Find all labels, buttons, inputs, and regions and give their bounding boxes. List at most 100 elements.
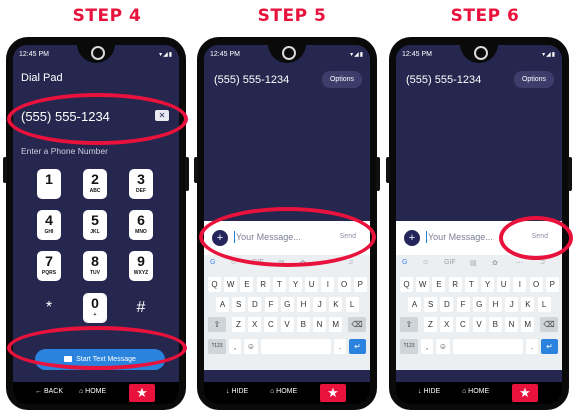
more-icon[interactable]: ⋯ — [516, 259, 523, 267]
key-l[interactable]: L — [537, 297, 551, 312]
key-d[interactable]: D — [248, 297, 262, 312]
key-h[interactable]: H — [297, 297, 310, 312]
star-icon[interactable]: ★ — [320, 384, 346, 402]
key-w[interactable]: W — [416, 277, 430, 292]
key-g[interactable]: G — [280, 297, 294, 312]
symbols-key[interactable]: ?123 — [208, 339, 226, 354]
key-q[interactable]: Q — [208, 277, 221, 292]
mic-icon[interactable]: ♫ — [348, 259, 353, 266]
key-a[interactable]: A — [216, 297, 229, 312]
key-t[interactable]: T — [464, 277, 478, 292]
key-p[interactable]: P — [353, 277, 367, 292]
key-z[interactable]: Z — [232, 317, 245, 332]
key-h[interactable]: H — [489, 297, 502, 312]
key-5[interactable]: 5 JKL — [83, 210, 107, 240]
key-d[interactable]: D — [440, 297, 454, 312]
google-icon[interactable]: G — [210, 259, 215, 266]
message-input[interactable]: Your Message... — [428, 232, 493, 242]
key-n[interactable]: N — [313, 317, 326, 332]
key-e[interactable]: E — [432, 277, 446, 292]
nav-home-button[interactable]: ⌂ HOME — [79, 388, 106, 395]
key-i[interactable]: I — [321, 277, 335, 292]
key-k[interactable]: K — [329, 297, 343, 312]
nav-back-button[interactable]: ← BACK — [35, 388, 63, 395]
key-w[interactable]: W — [224, 277, 238, 292]
key-f[interactable]: F — [264, 297, 278, 312]
mic-icon[interactable]: ♫ — [540, 259, 545, 266]
key-a[interactable]: A — [408, 297, 421, 312]
key-f[interactable]: F — [456, 297, 470, 312]
key-2[interactable]: 2 ABC — [83, 169, 107, 199]
key-l[interactable]: L — [345, 297, 359, 312]
key-8[interactable]: 8 TUV — [83, 251, 107, 281]
add-attachment-icon[interactable]: + — [404, 230, 420, 246]
key-y[interactable]: Y — [289, 277, 302, 292]
clipboard-icon[interactable]: ▤ — [470, 259, 477, 267]
settings-icon[interactable]: ✿ — [492, 259, 498, 267]
key-3[interactable]: 3 DEF — [129, 169, 153, 199]
key-i[interactable]: I — [513, 277, 527, 292]
google-icon[interactable]: G — [402, 259, 407, 266]
key-r[interactable]: R — [448, 277, 462, 292]
key-z[interactable]: Z — [424, 317, 437, 332]
key-c[interactable]: C — [456, 317, 470, 332]
key-c[interactable]: C — [264, 317, 278, 332]
enter-key[interactable]: ↵ — [541, 339, 558, 354]
key-j[interactable]: J — [505, 297, 519, 312]
key-k[interactable]: K — [521, 297, 535, 312]
symbols-key[interactable]: ?123 — [400, 339, 418, 354]
key-x[interactable]: X — [440, 317, 454, 332]
key-m[interactable]: M — [329, 317, 343, 332]
enter-key[interactable]: ↵ — [349, 339, 366, 354]
period-key[interactable]: . — [526, 339, 538, 354]
key-m[interactable]: M — [521, 317, 535, 332]
key-s[interactable]: S — [232, 297, 246, 312]
key-n[interactable]: N — [505, 317, 518, 332]
nav-hide-button[interactable]: ↓ HIDE — [226, 388, 248, 395]
key-t[interactable]: T — [272, 277, 286, 292]
key-4[interactable]: 4 GHI — [37, 210, 61, 240]
nav-hide-button[interactable]: ↓ HIDE — [418, 388, 440, 395]
key-hash[interactable]: # — [129, 293, 153, 323]
nav-home-button[interactable]: ⌂ HOME — [270, 388, 297, 395]
key-g[interactable]: G — [472, 297, 486, 312]
key-p[interactable]: P — [545, 277, 559, 292]
key-9[interactable]: 9 WXYZ — [129, 251, 153, 281]
key-b[interactable]: B — [488, 317, 502, 332]
sticker-icon[interactable]: ☺ — [422, 259, 429, 266]
key-o[interactable]: O — [529, 277, 543, 292]
comma-key[interactable]: , — [421, 339, 433, 354]
options-button[interactable]: Options — [322, 71, 362, 88]
key-y[interactable]: Y — [481, 277, 494, 292]
star-icon[interactable]: ★ — [129, 384, 155, 402]
backspace-key[interactable]: ⌫ — [540, 317, 558, 332]
key-7[interactable]: 7 PQRS — [37, 251, 61, 281]
space-key[interactable] — [261, 339, 331, 354]
period-key[interactable]: . — [334, 339, 346, 354]
key-1[interactable]: 1 — [37, 169, 61, 199]
key-star[interactable]: * — [37, 293, 61, 323]
backspace-key[interactable]: ⌫ — [348, 317, 366, 332]
emoji-icon[interactable]: ☺ — [244, 339, 258, 354]
key-u[interactable]: U — [305, 277, 319, 292]
comma-key[interactable]: , — [229, 339, 241, 354]
gif-icon[interactable]: GIF — [444, 259, 456, 266]
key-v[interactable]: V — [472, 317, 486, 332]
key-q[interactable]: Q — [400, 277, 413, 292]
key-j[interactable]: J — [313, 297, 327, 312]
key-0[interactable]: 0 + — [83, 293, 107, 323]
emoji-icon[interactable]: ☺ — [436, 339, 450, 354]
options-button[interactable]: Options — [514, 71, 554, 88]
key-u[interactable]: U — [497, 277, 511, 292]
key-o[interactable]: O — [337, 277, 351, 292]
shift-key[interactable]: ⇧ — [208, 317, 226, 332]
shift-key[interactable]: ⇧ — [400, 317, 418, 332]
key-6[interactable]: 6 MNO — [129, 210, 153, 240]
star-icon[interactable]: ★ — [512, 384, 538, 402]
space-key[interactable] — [453, 339, 523, 354]
key-x[interactable]: X — [248, 317, 262, 332]
key-e[interactable]: E — [240, 277, 254, 292]
key-s[interactable]: S — [424, 297, 438, 312]
nav-home-button[interactable]: ⌂ HOME — [462, 388, 489, 395]
key-v[interactable]: V — [280, 317, 294, 332]
